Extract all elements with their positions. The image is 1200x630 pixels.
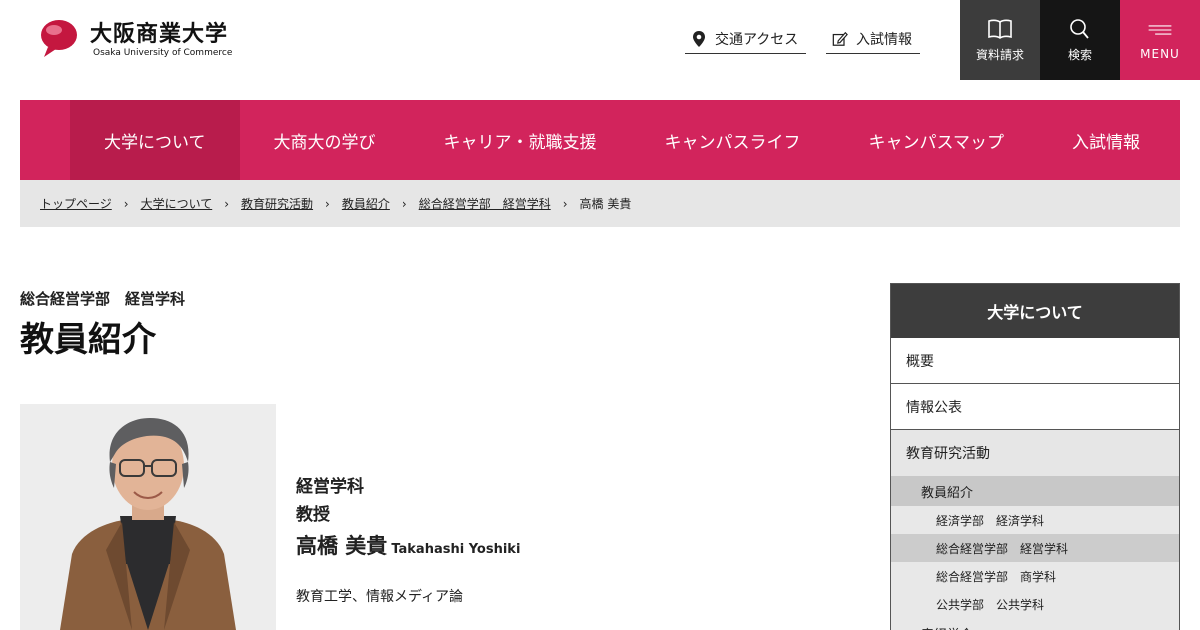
faculty-name: 高橋 美貴 Takahashi Yoshiki [296,530,520,560]
admission-link-label: 入試情報 [856,31,912,48]
faculty-rank: 教授 [296,505,330,525]
side-menu-sub-public-policy[interactable]: 公共学部 公共学科 [891,590,1179,618]
breadcrumb-separator: › [123,196,129,211]
portrait-image [20,404,276,630]
gnav-item-campus-life[interactable]: キャンパスライフ [631,100,835,180]
breadcrumb-link-top[interactable]: トップページ [40,195,112,212]
admission-link[interactable]: 入試情報 [826,28,920,54]
gnav-item-about[interactable]: 大学について [70,100,240,180]
logo-japanese: 大阪商業大学 [90,22,229,47]
breadcrumb-link-research[interactable]: 教育研究活動 [241,195,313,212]
breadcrumb-link-faculty[interactable]: 教員紹介 [342,195,390,212]
side-menu-sub-commerce[interactable]: 総合経営学部 商学科 [891,562,1179,590]
map-pin-icon [693,30,705,47]
menu-button[interactable]: MENU [1120,0,1200,80]
search-button[interactable]: 検索 [1040,0,1120,80]
faculty-photo [20,404,276,630]
side-menu-sub-management[interactable]: 総合経営学部 経営学科 [891,534,1179,562]
breadcrumb-separator: › [224,196,230,211]
gnav-item-campus-map[interactable]: キャンパスマップ [835,100,1039,180]
side-menu-item-research[interactable]: 教育研究活動 [891,430,1179,476]
breadcrumb-link-about[interactable]: 大学について [141,195,213,212]
pen-icon [832,31,848,46]
book-icon [988,19,1012,39]
page-subtitle: 総合経営学部 経営学科 [20,290,186,308]
request-documents-label: 資料請求 [975,47,1024,62]
gnav-item-learning[interactable]: 大商大の学び [240,100,410,180]
side-menu-item-disclosure[interactable]: 情報公表 [891,384,1179,430]
breadcrumb-separator: › [562,196,568,211]
breadcrumb-current: 高橋 美貴 [579,197,632,211]
faculty-department: 経営学科 [296,477,364,497]
side-menu: 大学について 概要 情報公表 教育研究活動 教員紹介 経済学部 経済学科 総合経… [890,283,1180,630]
site-logo[interactable]: 大阪商業大学 Osaka University of Commerce [38,16,238,62]
search-icon [1070,18,1089,39]
faculty-name-english: Takahashi Yoshiki [391,542,521,557]
request-documents-button[interactable]: 資料請求 [960,0,1040,80]
side-menu-sub-economics[interactable]: 経済学部 経済学科 [891,506,1179,534]
side-menu-sub-faculty[interactable]: 教員紹介 [891,476,1179,506]
access-link-label: 交通アクセス [715,31,799,48]
side-menu-item-overview[interactable]: 概要 [891,338,1179,384]
breadcrumb: トップページ › 大学について › 教育研究活動 › 教員紹介 › 総合経営学部… [20,180,1180,227]
global-nav: 大学について 大商大の学び キャリア・就職支援 キャンパスライフ キャンパスマッ… [20,100,1180,180]
logo-english: Osaka University of Commerce [93,48,233,58]
breadcrumb-separator: › [401,196,407,211]
site-header: 大阪商業大学 Osaka University of Commerce 交通アク… [0,0,1200,100]
side-menu-sub-industry-society[interactable]: 産経学会 [891,618,1179,630]
breadcrumb-link-department[interactable]: 総合経営学部 経営学科 [419,195,551,212]
search-label: 検索 [1067,47,1092,62]
hamburger-icon [1148,25,1172,35]
logo-mark-icon [41,20,77,57]
faculty-research-field: 教育工学、情報メディア論 [296,589,464,605]
faculty-name-japanese: 高橋 美貴 [296,534,388,558]
access-link[interactable]: 交通アクセス [685,28,806,54]
gnav-item-career[interactable]: キャリア・就職支援 [410,100,631,180]
side-menu-heading[interactable]: 大学について [891,284,1179,338]
breadcrumb-separator: › [325,196,330,211]
gnav-item-admission[interactable]: 入試情報 [1038,100,1174,180]
menu-label: MENU [1140,47,1180,61]
page-title: 教員紹介 [20,320,156,360]
